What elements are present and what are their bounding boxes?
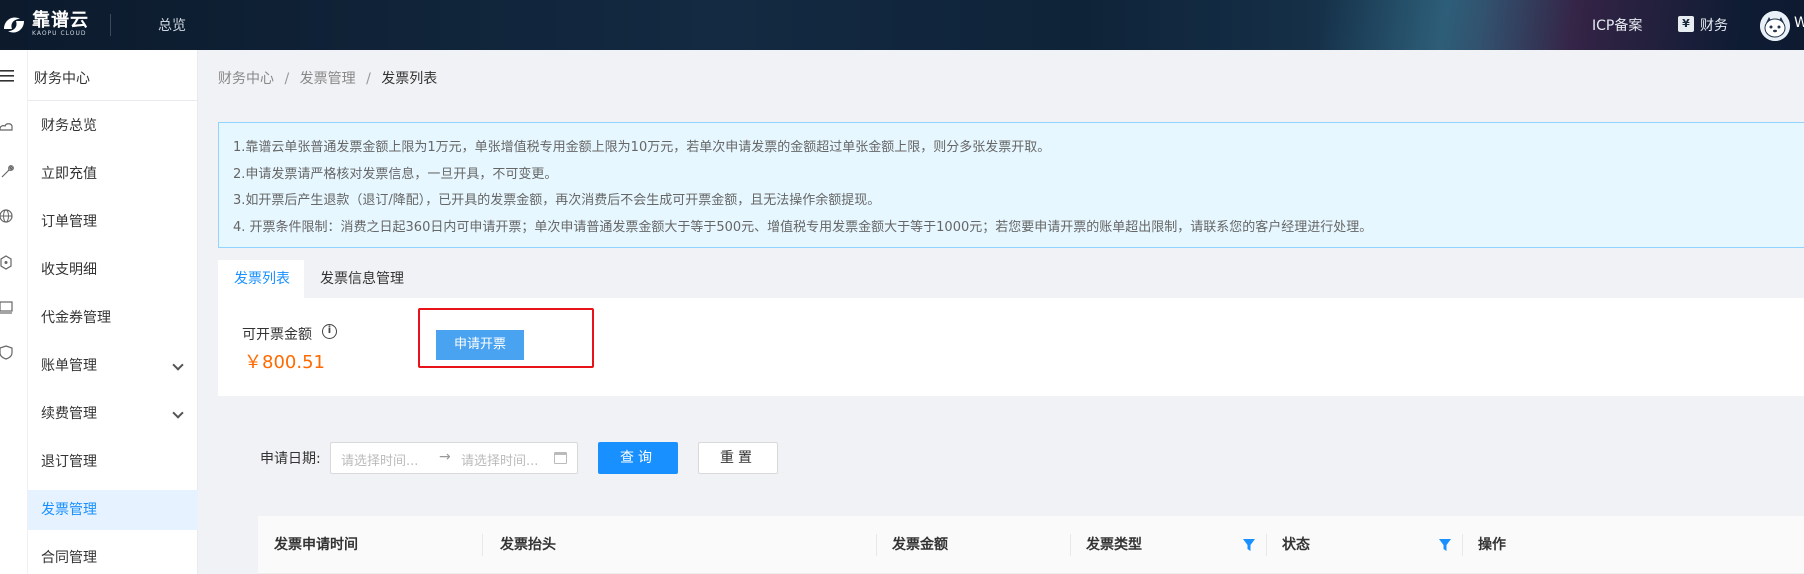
calendar-icon (554, 452, 567, 464)
sidebar-item-label: 账单管理 (41, 358, 97, 374)
column-header-apply-time: 发票申请时间 (274, 537, 358, 553)
date-filter-label: 申请日期: (260, 451, 321, 467)
arrow-right-icon: → (439, 449, 451, 465)
invoice-table-header: 发票申请时间 发票抬头 发票金额 发票类型 状态 操作 (258, 516, 1804, 574)
yuan-icon: ¥ (1678, 16, 1694, 32)
breadcrumb-invoice-management[interactable]: 发票管理 (300, 71, 356, 87)
filter-funnel-icon[interactable] (1438, 538, 1452, 552)
logo-subtext: KAOPU CLOUD (32, 30, 87, 37)
breadcrumb-current: 发票列表 (381, 71, 438, 87)
sidebar-item-transactions[interactable]: 收支明细 (28, 250, 198, 290)
network-icon[interactable] (0, 255, 16, 271)
sidebar-item-orders[interactable]: 订单管理 (28, 202, 198, 242)
notice-line: 4. 开票条件限制：消费之日起360日内可申请开票；单次申请普通发票金额大于等于… (233, 219, 1373, 235)
sidebar-item-renewals[interactable]: 续费管理 (28, 394, 198, 434)
topbar-divider (110, 14, 111, 36)
nav-finance[interactable]: 财务 (1700, 15, 1728, 35)
icon-strip (0, 50, 28, 574)
date-range-picker[interactable]: 请选择时间... → 请选择时间... (330, 442, 578, 474)
info-icon[interactable]: i (322, 324, 337, 339)
sidebar-item-bills[interactable]: 账单管理 (28, 346, 198, 386)
invoice-amount-card: 可开票金额 i ￥800.51 申请开票 (218, 298, 1804, 396)
invoiceable-amount-value: ￥800.51 (244, 352, 325, 373)
column-header-invoice-amount: 发票金额 (892, 537, 948, 553)
apply-invoice-button[interactable]: 申请开票 (436, 330, 524, 360)
breadcrumb-separator: / (366, 71, 371, 87)
filter-area: 申请日期: 请选择时间... → 请选择时间... 查询 重置 发票申请时间 发… (218, 396, 1804, 574)
column-header-status: 状态 (1282, 537, 1310, 553)
tab-bar: 发票列表 发票信息管理 (218, 260, 1804, 298)
query-button[interactable]: 查询 (598, 442, 678, 474)
globe-icon[interactable] (0, 208, 16, 224)
reset-button[interactable]: 重置 (698, 442, 778, 474)
chevron-down-icon (172, 359, 184, 371)
menu-icon[interactable] (0, 68, 16, 84)
breadcrumb-separator: / (284, 71, 290, 87)
column-header-invoice-title: 发票抬头 (500, 537, 556, 553)
username-initial[interactable]: W (1794, 15, 1804, 31)
breadcrumb-finance-center[interactable]: 财务中心 (218, 71, 274, 87)
sidebar-item-contracts[interactable]: 合同管理 (28, 538, 198, 574)
tab-invoice-info[interactable]: 发票信息管理 (304, 260, 420, 298)
sidebar-item-invoices[interactable]: 发票管理 (28, 490, 198, 530)
cloud-icon[interactable] (0, 118, 16, 134)
cat-avatar-icon (1760, 11, 1790, 41)
logo[interactable]: 靠谱云 KAOPU CLOUD (0, 10, 89, 40)
logo-icon (4, 17, 24, 33)
breadcrumb: 财务中心 / 发票管理 / 发票列表 (218, 68, 437, 88)
invoiceable-amount-label: 可开票金额 (242, 327, 312, 343)
notice-line: 2.申请发票请严格核对发票信息，一旦开具，不可变更。 (233, 166, 558, 182)
nav-overview[interactable]: 总览 (158, 15, 186, 35)
sidebar-item-finance-overview[interactable]: 财务总览 (28, 106, 198, 146)
notice-line: 3.如开票后产生退款（退订/降配），已开具的发票金额，再次消费后不会生成可开票金… (233, 193, 881, 208)
column-header-actions: 操作 (1478, 537, 1506, 553)
chevron-down-icon (172, 407, 184, 419)
start-date-input[interactable]: 请选择时间... (341, 450, 418, 469)
avatar[interactable] (1760, 11, 1790, 41)
logo-text: 靠谱云 (32, 10, 89, 31)
end-date-input[interactable]: 请选择时间... (461, 450, 538, 469)
sidebar-item-label: 续费管理 (41, 406, 97, 422)
tab-invoice-list[interactable]: 发票列表 (218, 260, 306, 298)
sidebar-item-recharge[interactable]: 立即充值 (28, 154, 198, 194)
filter-funnel-icon[interactable] (1242, 538, 1256, 552)
shield-icon[interactable] (0, 345, 16, 361)
sidebar-item-vouchers[interactable]: 代金券管理 (28, 298, 198, 338)
nav-icp[interactable]: ICP备案 (1592, 15, 1642, 35)
column-divider (482, 534, 483, 556)
monitor-icon[interactable] (0, 300, 16, 316)
invoice-notice: 1.靠谱云单张普通发票金额上限为1万元，单张增值税专用金额上限为10万元，若单次… (218, 122, 1804, 248)
sidebar: 财务中心 财务总览 立即充值 订单管理 收支明细 代金券管理 账单管理 续费管理… (28, 50, 198, 574)
wrench-icon[interactable] (0, 163, 16, 179)
sidebar-item-unsubscribe[interactable]: 退订管理 (28, 442, 198, 482)
sidebar-title: 财务中心 (34, 71, 90, 87)
notice-line: 1.靠谱云单张普通发票金额上限为1万元，单张增值税专用金额上限为10万元，若单次… (233, 140, 1051, 155)
sidebar-divider (28, 100, 198, 101)
topbar-decoration (1320, 0, 1740, 50)
column-header-invoice-type: 发票类型 (1086, 537, 1142, 553)
top-navigation-bar: 靠谱云 KAOPU CLOUD 总览 ICP备案 ¥ 财务 W (0, 0, 1804, 50)
